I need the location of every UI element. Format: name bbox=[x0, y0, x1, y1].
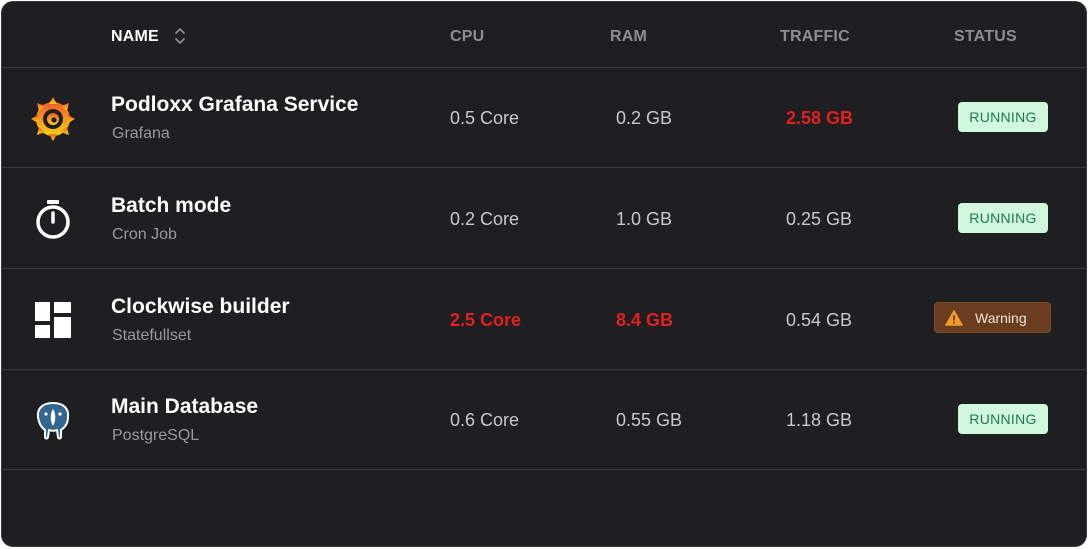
column-header-cpu[interactable]: CPU bbox=[450, 28, 484, 46]
column-header-ram[interactable]: RAM bbox=[610, 28, 647, 46]
status-badge: RUNNING bbox=[958, 404, 1048, 434]
status-badge: RUNNING bbox=[958, 203, 1048, 233]
traffic-value: 2.58 GB bbox=[786, 108, 854, 128]
column-header-traffic[interactable]: TRAFFIC bbox=[780, 28, 850, 46]
warning-triangle-icon bbox=[945, 309, 963, 326]
service-type: Cron Job bbox=[112, 226, 177, 243]
service-name[interactable]: Podloxx Grafana Service bbox=[111, 93, 358, 117]
traffic-value: 0.54 GB bbox=[786, 310, 853, 330]
column-header-name[interactable]: NAME bbox=[111, 28, 159, 46]
services-table: NAME CPU RAM TRAFFIC STATUS Podloxx Graf… bbox=[1, 1, 1087, 547]
service-name[interactable]: Clockwise builder bbox=[111, 295, 290, 319]
table-header: NAME CPU RAM TRAFFIC STATUS bbox=[2, 2, 1086, 68]
grafana-logo-icon bbox=[28, 95, 78, 141]
ram-value: 1.0 GB bbox=[616, 209, 673, 229]
traffic-value: 0.25 GB bbox=[786, 209, 853, 229]
sort-icon[interactable] bbox=[174, 26, 186, 46]
service-type: Grafana bbox=[112, 125, 170, 142]
service-name[interactable]: Batch mode bbox=[111, 194, 231, 218]
service-name[interactable]: Main Database bbox=[111, 395, 258, 419]
postgresql-elephant-icon bbox=[28, 397, 78, 443]
traffic-value: 1.18 GB bbox=[786, 410, 853, 430]
status-badge: RUNNING bbox=[958, 102, 1048, 132]
cpu-value: 0.6 Core bbox=[450, 410, 520, 430]
table-row[interactable]: Clockwise builder Statefullset 2.5 Core … bbox=[2, 269, 1086, 370]
cpu-value: 2.5 Core bbox=[450, 310, 522, 330]
cpu-value: 0.5 Core bbox=[450, 108, 520, 128]
ram-value: 0.55 GB bbox=[616, 410, 683, 430]
status-badge-warning: Warning bbox=[934, 302, 1051, 333]
ram-value: 0.2 GB bbox=[616, 108, 673, 128]
dashboard-grid-icon bbox=[28, 297, 78, 343]
ram-value: 8.4 GB bbox=[616, 310, 674, 330]
status-label: Warning bbox=[975, 309, 1027, 326]
table-row[interactable]: Main Database PostgreSQL 0.6 Core 0.55 G… bbox=[2, 369, 1086, 470]
table-row[interactable]: Batch mode Cron Job 0.2 Core 1.0 GB 0.25… bbox=[2, 168, 1086, 269]
cpu-value: 0.2 Core bbox=[450, 209, 520, 229]
column-header-status[interactable]: STATUS bbox=[954, 28, 1017, 46]
service-type: PostgreSQL bbox=[112, 427, 200, 444]
stopwatch-icon bbox=[28, 196, 78, 242]
service-type: Statefullset bbox=[112, 327, 192, 344]
table-row[interactable]: Podloxx Grafana Service Grafana 0.5 Core… bbox=[2, 67, 1086, 168]
